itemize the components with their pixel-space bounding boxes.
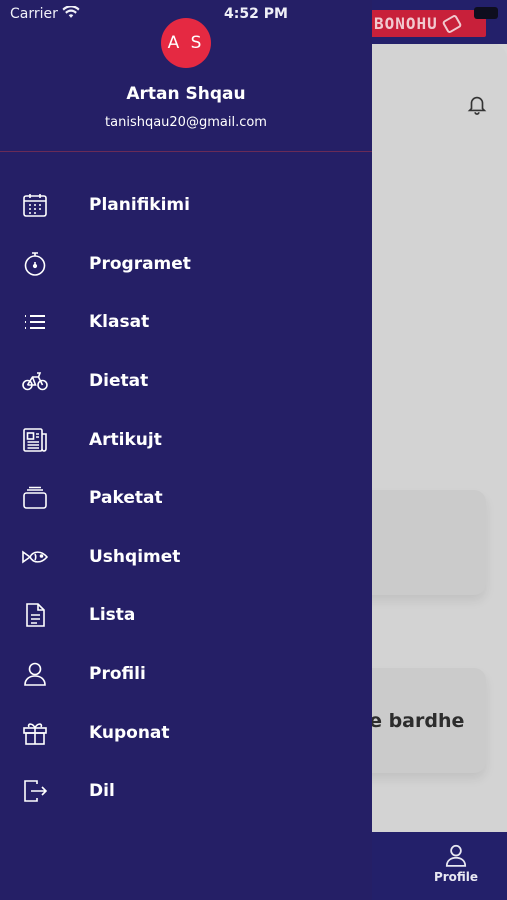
carrier-label: Carrier [10,6,58,22]
menu-label: Ushqimet [89,546,181,567]
menu-label: Programet [89,253,191,274]
menu-label: Lista [89,605,136,626]
menu-item-lista[interactable]: Lista [0,586,372,645]
logout-icon [20,776,50,806]
newspaper-icon [20,425,50,455]
menu-label: Kuponat [89,722,170,743]
fish-icon [20,542,50,572]
menu-label: Artikujt [89,429,162,450]
bicycle-icon [20,366,50,396]
menu-label: Dil [89,781,115,802]
menu-item-dietat[interactable]: Dietat [0,352,372,411]
menu-label: Klasat [89,312,150,333]
calendar-icon [20,190,50,220]
status-bar: Carrier 4:52 PM [0,0,507,28]
battery-icon [474,7,498,19]
menu-label: Paketat [89,488,163,509]
menu-item-planifikimi[interactable]: Planifikimi [0,176,372,235]
menu-item-paketat[interactable]: Paketat [0,469,372,528]
menu-item-programet[interactable]: Programet [0,235,372,294]
status-time: 4:52 PM [224,6,288,22]
menu-item-profili[interactable]: Profili [0,645,372,704]
tab-profile-label: Profile [433,870,479,884]
bell-icon[interactable] [466,92,488,116]
user-email: tanishqau20@gmail.com [105,115,267,130]
menu-item-klasat[interactable]: Klasat [0,293,372,352]
list-icon [20,307,50,337]
navigation-drawer: A S Artan Shqau tanishqau20@gmail.com Pl… [0,0,372,900]
drawer-menu: Planifikimi Programet Klasat Dietat Arti… [0,176,372,821]
menu-label: Profili [89,664,146,685]
user-name: Artan Shqau [126,84,246,104]
gift-icon [20,718,50,748]
stopwatch-icon [20,249,50,279]
menu-item-dil[interactable]: Dil [0,762,372,821]
menu-label: Planifikimi [89,195,190,216]
user-icon [20,659,50,689]
menu-item-kuponat[interactable]: Kuponat [0,703,372,762]
menu-label: Dietat [89,371,149,392]
package-icon [20,483,50,513]
document-icon [20,600,50,630]
card-title: te bardhe [360,710,465,732]
tab-profile[interactable]: Profile [430,842,482,892]
menu-item-artikujt[interactable]: Artikujt [0,410,372,469]
user-icon [445,844,467,867]
menu-item-ushqimet[interactable]: Ushqimet [0,528,372,587]
wifi-icon [62,6,80,18]
